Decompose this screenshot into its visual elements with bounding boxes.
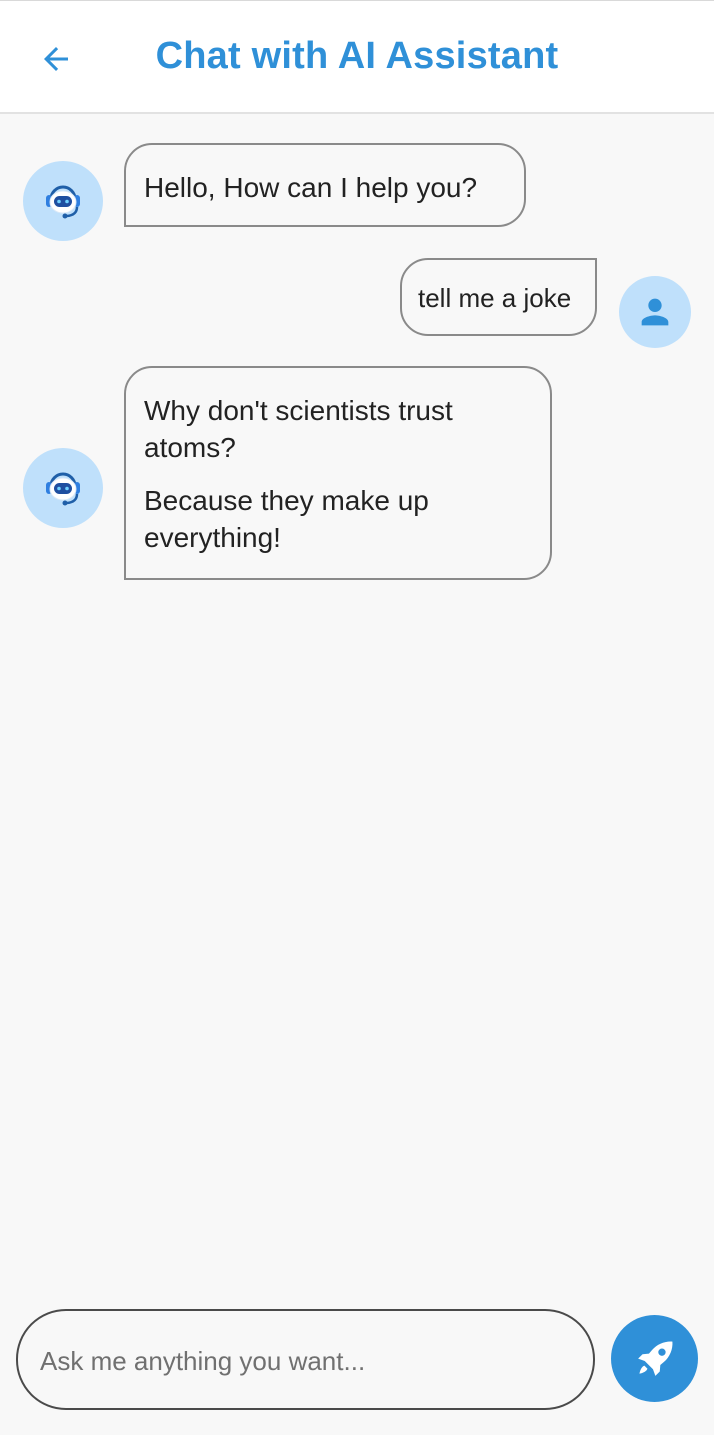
bot-message-bubble: Why don't scientists trust atoms? Becaus… [124, 366, 552, 580]
message-text: Why don't scientists trust atoms? [144, 395, 453, 463]
message-input-container [16, 1309, 595, 1410]
bot-avatar [23, 161, 103, 241]
chat-screen: Chat with AI Assistant Hello, How can I … [0, 0, 714, 1435]
send-button[interactable] [611, 1315, 698, 1402]
bot-message-bubble: Hello, How can I help you? [124, 143, 526, 227]
message-text: Because they make up everything! [144, 485, 429, 553]
person-icon [641, 298, 669, 326]
robot-icon [46, 472, 80, 506]
rocket-icon [637, 1341, 672, 1376]
user-message-bubble: tell me a joke [400, 258, 597, 336]
message-text: Hello, How can I help you? [144, 172, 478, 203]
message-input[interactable] [40, 1341, 570, 1381]
user-avatar [619, 276, 691, 348]
bot-avatar [23, 448, 103, 528]
app-header: Chat with AI Assistant [0, 0, 714, 114]
robot-icon [46, 185, 80, 219]
message-text: tell me a joke [418, 283, 572, 313]
page-title: Chat with AI Assistant [155, 35, 559, 77]
